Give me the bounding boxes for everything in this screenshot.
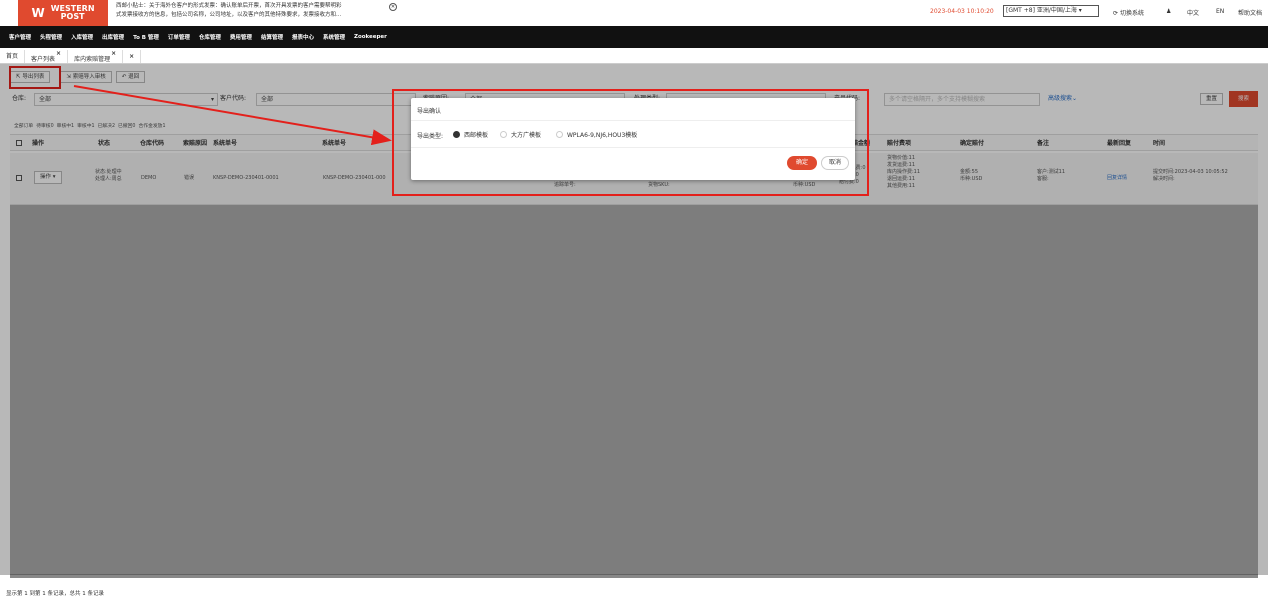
annotation-arrow <box>73 85 392 146</box>
